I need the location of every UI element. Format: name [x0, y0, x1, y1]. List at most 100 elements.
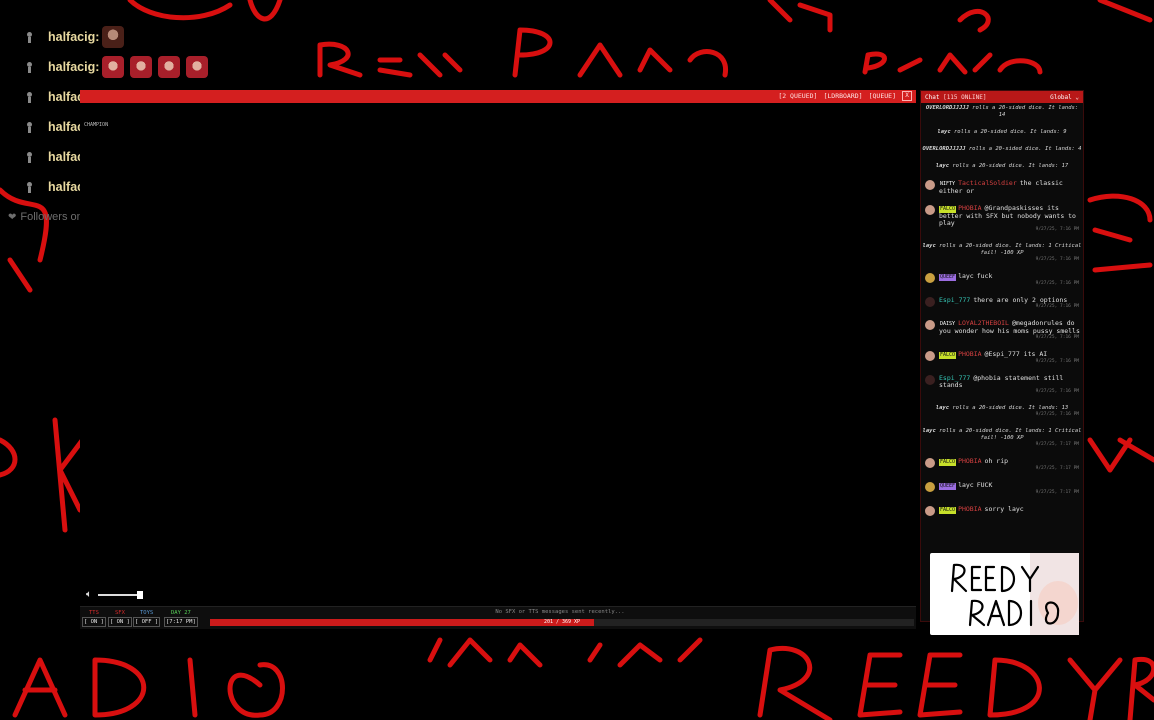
user-tag: QUEEF — [939, 483, 957, 490]
status-toggle-label: SFX — [114, 610, 125, 616]
avatar[interactable] — [925, 205, 935, 215]
xp-progress-bar: 201 / 369 XP — [210, 619, 914, 626]
top-bar: [2 QUEUED] [LDRBOARD] [QUEUE] X — [80, 90, 916, 103]
chat-timestamp: 9/27/25, 7:16 PM — [1035, 304, 1079, 309]
status-toggle-value: [ OFF ] — [133, 617, 161, 627]
queued-count[interactable]: [2 QUEUED] — [778, 92, 817, 100]
chat-timestamp: 9/27/25, 7:17 PM — [1035, 442, 1079, 447]
chat-timestamp: 9/27/25, 7:17 PM — [1035, 466, 1079, 471]
overlay-chat-row: halfacig: — [6, 52, 366, 82]
volume-knob[interactable] — [137, 590, 143, 599]
volume-control[interactable]: 🔈︎ — [86, 589, 143, 600]
xp-progress-text: 201 / 369 XP — [543, 619, 581, 625]
avatar[interactable] — [925, 180, 935, 190]
chat-timestamp: 9/27/25, 7:16 PM — [1035, 335, 1079, 340]
overlay-colon: : — [95, 30, 100, 44]
avatar[interactable] — [925, 351, 935, 361]
face-emote-icon — [102, 26, 125, 48]
chat-username[interactable]: PHOBIA — [958, 457, 981, 465]
chat-system-user: OVERLORDJJJJJ — [922, 146, 966, 152]
chat-text: oh rip — [984, 457, 1009, 465]
chat-system-text: rolls a 20-sided dice. It lands: 14 — [968, 105, 1079, 118]
girl-emote-icon — [130, 56, 153, 78]
user-badge-icon — [24, 31, 34, 43]
status-toggle[interactable]: TOYS[ OFF ] — [133, 609, 161, 627]
chat-scope-select[interactable]: Global ⌄ — [1050, 94, 1079, 101]
chat-username[interactable]: LOYAL2THEBOIL — [958, 319, 1009, 327]
chat-username[interactable]: PHOBIA — [958, 350, 981, 358]
overlay-chat-row: halfacig: — [6, 22, 366, 52]
avatar[interactable] — [925, 375, 935, 385]
chat-timestamp: 9/27/25, 7:16 PM — [1035, 359, 1079, 364]
close-icon[interactable]: X — [902, 91, 912, 101]
chat-timestamp: 9/27/25, 7:16 PM — [1035, 389, 1079, 394]
user-badge-icon — [24, 61, 34, 73]
chat-message: QUEEF layc FUCK 9/27/25, 7:17 PM — [921, 482, 1083, 496]
status-toggle-value: [ ON ] — [108, 617, 132, 627]
chat-username[interactable]: PHOBIA — [958, 204, 981, 212]
chat-text: sorry layc — [984, 505, 1024, 513]
app-window: [2 QUEUED] [LDRBOARD] [QUEUE] X CHAMPION… — [80, 90, 1084, 629]
chat-username[interactable]: PHOBIA — [958, 505, 981, 513]
girl-emote-icon — [158, 56, 181, 78]
avatar[interactable] — [925, 320, 935, 330]
chat-message: QUEEF layc fuck 9/27/25, 7:16 PM — [921, 273, 1083, 287]
chat-system-text: rolls a 20-sided dice. It lands: 13 — [949, 405, 1069, 411]
speaker-icon[interactable]: 🔈︎ — [86, 589, 92, 600]
avatar[interactable] — [925, 458, 935, 468]
status-toggle-value: [7:17 PM] — [164, 617, 198, 627]
logo-art — [950, 553, 1079, 635]
user-badge-icon — [24, 121, 34, 133]
chat-system-message: layc rolls a 20-sided dice. It lands: 17 — [921, 163, 1083, 170]
chat-message: FALCO PHOBIA oh rip 9/27/25, 7:17 PM — [921, 458, 1083, 472]
chat-system-message: OVERLORDJJJJJ rolls a 20-sided dice. It … — [921, 105, 1083, 119]
chat-text: fuck — [976, 272, 993, 280]
chat-system-text: rolls a 20-sided dice. It lands: 1 Criti… — [935, 428, 1082, 441]
chat-system-text: rolls a 20-sided dice. It lands: 17 — [949, 163, 1069, 169]
overlay-colon: : — [95, 60, 100, 74]
status-toggle-label: TOYS — [139, 610, 154, 616]
queue-button[interactable]: [QUEUE] — [869, 92, 896, 100]
user-badge-icon — [24, 151, 34, 163]
chat-message: FALCO PHOBIA sorry layc — [921, 505, 1083, 516]
leaderboard-button[interactable]: [LDRBOARD] — [823, 92, 862, 100]
chat-title: Chat — [925, 93, 940, 101]
chat-timestamp: 9/27/25, 7:17 PM — [1035, 490, 1079, 495]
user-tag: FALCO — [939, 459, 957, 466]
chat-message-list[interactable]: OVERLORDJJJJJ rolls a 20-sided dice. It … — [921, 103, 1083, 516]
avatar[interactable] — [925, 273, 935, 283]
overlay-username: halfacig — [48, 30, 96, 44]
top-bar-actions: [2 QUEUED] [LDRBOARD] [QUEUE] X — [778, 91, 912, 101]
user-tag: QUEEF — [939, 274, 957, 281]
chat-username[interactable]: layc — [958, 481, 974, 489]
avatar[interactable] — [925, 482, 935, 492]
chat-username[interactable]: Espi_777 — [939, 296, 970, 304]
video-area[interactable]: CHAMPION — [80, 103, 916, 603]
chat-system-user: layc — [935, 405, 950, 411]
status-bar: TTS[ ON ] SFX[ ON ] TOYS[ OFF ] DAY 27 [7:17… — [80, 606, 916, 629]
avatar[interactable] — [925, 506, 935, 516]
chat-panel: Chat [115 ONLINE] Global ⌄ OVERLORDJJJJJ… — [920, 90, 1084, 622]
status-toggle[interactable]: TTS[ ON ] — [82, 609, 106, 627]
chat-system-message: OVERLORDJJJJJ rolls a 20-sided dice. It … — [921, 146, 1083, 153]
heart-icon: ❤ — [8, 211, 17, 223]
volume-slider[interactable] — [98, 590, 143, 599]
avatar[interactable] — [925, 297, 935, 307]
reedy-radio-logo — [930, 553, 1079, 635]
chat-text: there are only 2 options — [973, 296, 1068, 304]
chat-message: DAISY LOYAL2THEBOIL @megadonrules do you w… — [921, 320, 1083, 341]
status-message: No SFX or TTS messages sent recently... — [495, 609, 625, 615]
chat-timestamp: 9/27/25, 7:16 PM — [1035, 227, 1079, 232]
chat-text: @Espi_777 its AI — [984, 350, 1048, 358]
champion-tag: CHAMPION — [84, 122, 109, 128]
chat-username[interactable]: TacticalSoldier — [958, 179, 1017, 187]
chat-timestamp: 9/27/25, 7:16 PM — [1035, 281, 1079, 286]
chat-system-message: layc rolls a 20-sided dice. It lands: 1 … — [921, 243, 1083, 263]
chat-system-user: layc — [922, 243, 936, 249]
user-tag: FALCO — [939, 352, 957, 359]
chat-system-text: rolls a 20-sided dice. It lands: 4 — [965, 146, 1082, 152]
user-badge-icon — [24, 91, 34, 103]
chat-username[interactable]: layc — [958, 272, 974, 280]
status-toggle[interactable]: SFX[ ON ] — [108, 609, 132, 627]
status-toggle[interactable]: DAY 27 [7:17 PM] — [164, 609, 198, 627]
